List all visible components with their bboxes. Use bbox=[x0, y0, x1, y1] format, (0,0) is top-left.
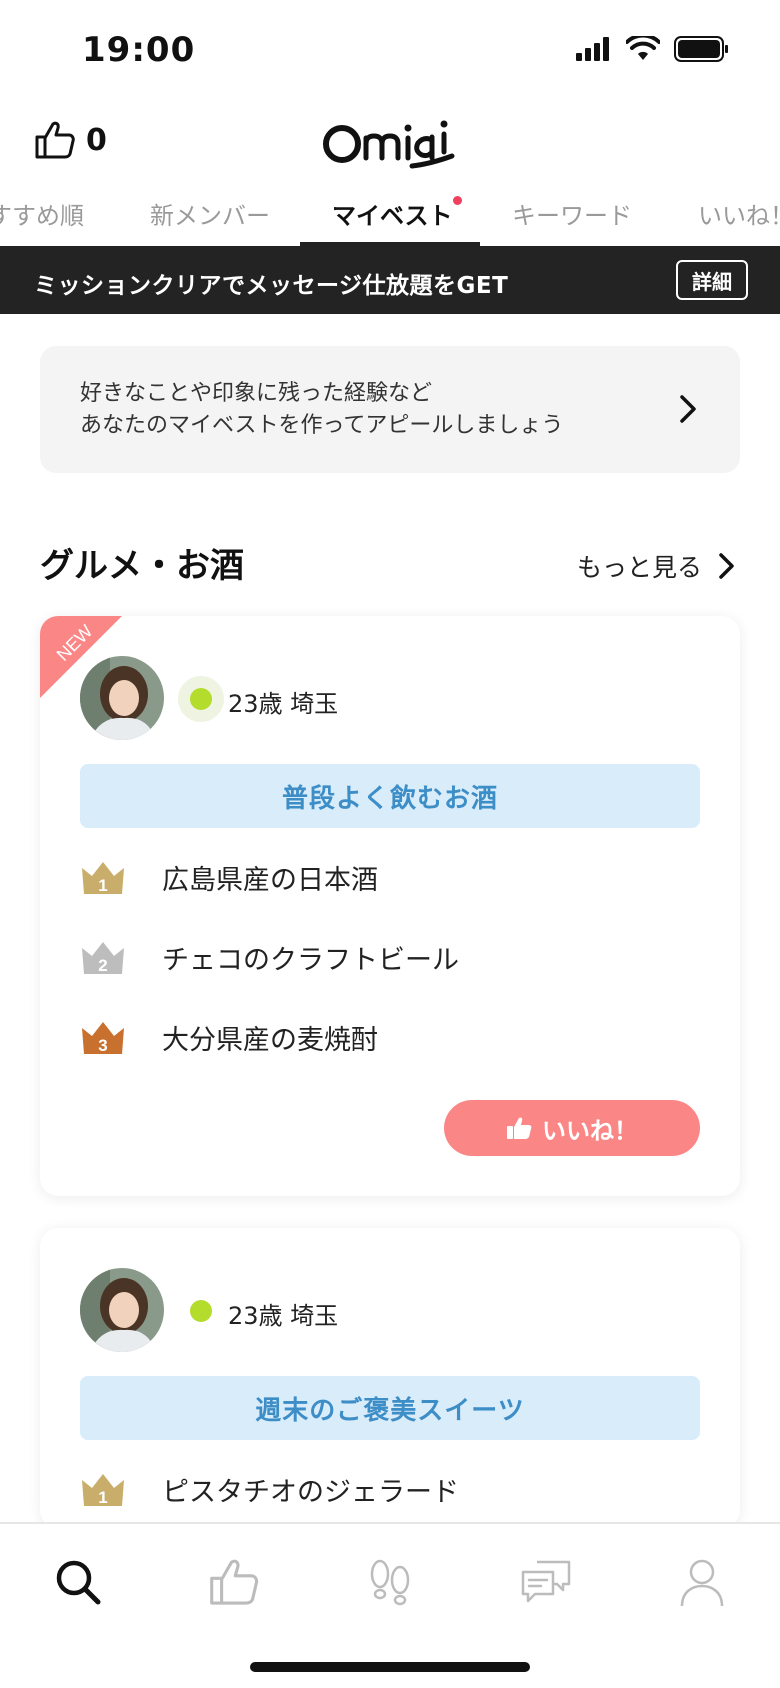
rank-item-1: 1 ピスタチオのジェラード bbox=[80, 1470, 459, 1509]
see-more-link[interactable]: もっと見る bbox=[577, 548, 736, 584]
rank-item-text: 広島県産の日本酒 bbox=[162, 865, 378, 896]
rank-item-text: 大分県産の麦焼酎 bbox=[162, 1025, 378, 1056]
crown-gold-icon: 1 bbox=[82, 861, 124, 895]
rank-item-text: ピスタチオのジェラード bbox=[162, 1477, 459, 1508]
tab-keyword[interactable]: キーワード bbox=[512, 196, 632, 231]
section-title: グルメ・お酒 bbox=[40, 546, 244, 586]
like-button[interactable]: いいね！ bbox=[444, 1100, 700, 1156]
nav-likes[interactable] bbox=[204, 1552, 264, 1612]
nav-profile[interactable] bbox=[672, 1552, 732, 1612]
notification-dot bbox=[453, 196, 462, 205]
app-header: 0 bbox=[0, 100, 780, 182]
svg-text:2: 2 bbox=[98, 956, 107, 975]
online-status-dot bbox=[190, 688, 212, 710]
rank-item-3: 3 大分県産の麦焼酎 bbox=[80, 1018, 378, 1057]
signal-icon bbox=[576, 37, 609, 61]
chevron-right-icon bbox=[680, 395, 696, 423]
avatar[interactable] bbox=[80, 1268, 164, 1352]
thumbs-up-icon bbox=[210, 1559, 259, 1605]
topic-label: 普段よく飲むお酒 bbox=[80, 764, 700, 828]
tab-bar: すすめ順 新メンバー マイベスト キーワード いいね！ bbox=[0, 182, 780, 246]
status-time: 19:00 bbox=[82, 30, 196, 70]
nav-messages[interactable] bbox=[516, 1552, 576, 1612]
search-icon bbox=[56, 1560, 101, 1605]
omiai-logo bbox=[320, 108, 460, 172]
see-more-label: もっと見る bbox=[576, 553, 702, 582]
age-location: 23歳 埼玉 bbox=[228, 690, 339, 718]
profile-icon bbox=[680, 1559, 724, 1607]
status-bar: 19:00 bbox=[0, 0, 780, 100]
online-status-dot bbox=[190, 1300, 212, 1322]
status-icons bbox=[576, 36, 730, 62]
bottom-navigation bbox=[0, 1522, 780, 1688]
messages-icon bbox=[521, 1560, 571, 1603]
crown-bronze-icon: 3 bbox=[82, 1021, 124, 1055]
banner-detail-button[interactable]: 詳細 bbox=[676, 260, 748, 300]
nav-search[interactable] bbox=[48, 1552, 108, 1612]
footprints-icon bbox=[370, 1559, 410, 1606]
svg-text:1: 1 bbox=[98, 1488, 107, 1507]
avatar[interactable] bbox=[80, 656, 164, 740]
thumbs-up-icon bbox=[35, 121, 75, 159]
prompt-text: 好きなことや印象に残った経験など あなたのマイベストを作ってアピールしましょう bbox=[80, 378, 563, 442]
home-indicator bbox=[250, 1662, 530, 1672]
tab-new-members[interactable]: 新メンバー bbox=[150, 196, 270, 231]
rank-item-text: チェコのクラフトビール bbox=[162, 945, 459, 976]
chevron-right-icon bbox=[719, 553, 734, 579]
rank-item-2: 2 チェコのクラフトビール bbox=[80, 938, 459, 977]
like-button-label: いいね！ bbox=[542, 1116, 638, 1145]
crown-silver-icon: 2 bbox=[82, 941, 124, 975]
battery-icon bbox=[674, 36, 728, 62]
tab-likes[interactable]: いいね！ bbox=[698, 196, 780, 231]
age-location: 23歳 埼玉 bbox=[228, 1302, 339, 1330]
prompt-line-2: あなたのマイベストを作ってアピールしましょう bbox=[80, 413, 564, 438]
my-best-card[interactable]: 23歳 埼玉 週末のご褒美スイーツ 1 ピスタチオのジェラード bbox=[40, 1228, 740, 1528]
tab-my-best[interactable]: マイベスト bbox=[332, 196, 452, 231]
received-likes[interactable]: 0 bbox=[34, 120, 107, 160]
svg-text:3: 3 bbox=[98, 1036, 107, 1055]
crown-gold-icon: 1 bbox=[82, 1473, 124, 1507]
tab-recommended[interactable]: すすめ順 bbox=[0, 196, 84, 231]
svg-text:1: 1 bbox=[98, 876, 107, 895]
nav-footprints[interactable] bbox=[360, 1552, 420, 1612]
topic-label: 週末のご褒美スイーツ bbox=[80, 1376, 700, 1440]
prompt-line-1: 好きなことや印象に残った経験など bbox=[80, 381, 433, 406]
thumbs-up-icon bbox=[507, 1117, 532, 1139]
mission-banner[interactable]: ミッションクリアでメッセージ仕放題をGET 詳細 bbox=[0, 246, 780, 314]
rank-item-1: 1 広島県産の日本酒 bbox=[80, 858, 378, 897]
banner-text: ミッションクリアでメッセージ仕放題をGET bbox=[34, 273, 509, 299]
wifi-icon bbox=[626, 36, 660, 60]
like-count: 0 bbox=[86, 122, 107, 158]
my-best-card[interactable]: NEW 23歳 埼玉 普段よく飲むお酒 1 広島県産の日本酒 2 チェコのクラフ… bbox=[40, 616, 740, 1196]
create-my-best-prompt[interactable]: 好きなことや印象に残った経験など あなたのマイベストを作ってアピールしましょう bbox=[40, 346, 740, 473]
